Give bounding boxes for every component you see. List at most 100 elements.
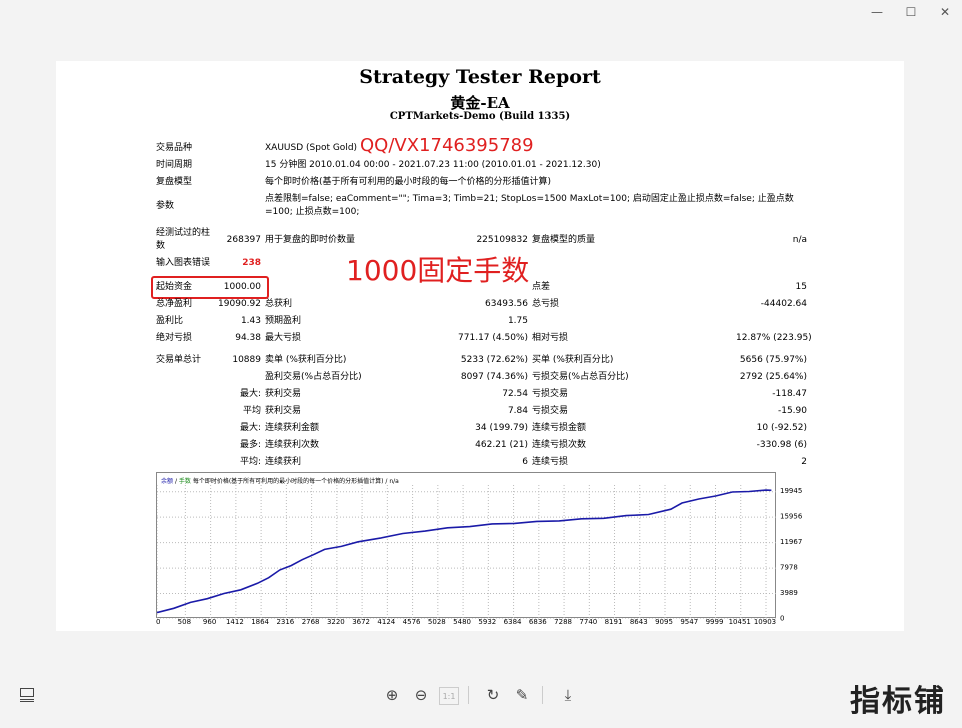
- layout-icon-svg: [20, 688, 34, 702]
- zoom-out-icon[interactable]: ⊖: [410, 684, 432, 706]
- x-tick-label: 5932: [478, 618, 496, 626]
- x-tick-label: 10903: [754, 618, 776, 626]
- y-tick-label: 0: [780, 615, 784, 623]
- rel-drawdown-value: 12.87% (223.95): [736, 333, 812, 343]
- avg-loss-label: 亏损交易: [532, 406, 569, 416]
- params-line-2: =100; 止损点数=100;: [265, 207, 360, 217]
- rotate-icon[interactable]: ↻: [482, 684, 504, 706]
- bars-value: 268397: [226, 235, 261, 245]
- long-trades-label: 买单 (%获利百分比): [532, 355, 614, 365]
- consec-loss-cnt-label: 连续亏损次数: [532, 440, 587, 450]
- x-tick-label: 960: [203, 618, 216, 626]
- params-line-1: 点差限制=false; eaComment=""; Tima=3; Timb=2…: [265, 194, 794, 204]
- x-tick-label: 9999: [706, 618, 724, 626]
- quality-value: n/a: [792, 235, 807, 245]
- period-value: 15 分钟图 2010.01.04 00:00 - 2021.07.23 11:…: [265, 160, 601, 170]
- close-button[interactable]: ✕: [928, 0, 962, 24]
- layout-icon[interactable]: [16, 684, 38, 706]
- bars-label: 经测试过的柱: [156, 228, 211, 238]
- long-trades-value: 5656 (75.97%): [739, 355, 807, 365]
- consec-win-cnt-label: 连续获利次数: [265, 440, 320, 450]
- zoom-in-icon[interactable]: ⊕: [381, 684, 403, 706]
- avg-win-value: 7.84: [507, 406, 528, 416]
- max-drawdown-value: 771.17 (4.50%): [458, 333, 528, 343]
- deposit-value: 1000.00: [223, 282, 261, 292]
- x-tick-label: 1412: [226, 618, 244, 626]
- x-tick-label: 508: [178, 618, 191, 626]
- toolbar-separator-2: [542, 686, 543, 704]
- errors-label: 输入图表错误: [156, 258, 211, 268]
- toolbar-separator: [468, 686, 469, 704]
- largest-win-value: 72.54: [502, 389, 528, 399]
- lot-note-overlay: 1000固定手数: [346, 254, 530, 287]
- rel-drawdown-label: 相对亏损: [532, 333, 569, 343]
- x-tick-label: 6836: [529, 618, 547, 626]
- errors-value: 238: [242, 258, 261, 268]
- profit-factor-value: 1.43: [240, 316, 261, 326]
- quality-label: 复盘模型的质量: [532, 235, 596, 245]
- win-trades-label: 盈利交易(%占总百分比): [265, 372, 362, 382]
- short-trades-label: 卖单 (%获利百分比): [265, 355, 347, 365]
- y-tick-label: 15956: [780, 513, 803, 521]
- max-drawdown-label: 最大亏损: [265, 333, 302, 343]
- brand-watermark: 指标铺: [850, 684, 946, 719]
- balance-chart-svg: [157, 485, 777, 619]
- x-tick-label: 3672: [352, 618, 370, 626]
- expected-payoff-value: 1.75: [507, 316, 528, 326]
- x-tick-label: 5480: [453, 618, 471, 626]
- consec-win-cnt-value: 462.21 (21): [475, 440, 528, 450]
- avg-consec-loss-value: 2: [801, 457, 807, 467]
- avg-consec-loss-label: 连续亏损: [532, 457, 569, 467]
- avg-consec-prefix: 平均:: [239, 457, 261, 467]
- spread-label: 点差: [532, 282, 551, 292]
- symbol-value: XAUUSD (Spot Gold): [265, 143, 358, 153]
- x-tick-label: 6384: [504, 618, 522, 626]
- short-trades-value: 5233 (72.62%): [460, 355, 528, 365]
- download-icon[interactable]: ⤓: [557, 684, 579, 706]
- x-tick-label: 9095: [655, 618, 673, 626]
- ticks-label: 用于复盘的即时价数量: [265, 235, 356, 245]
- balance-chart: 余额 / 手数 每个即时价格(基于所有可利用的最小时段的每一个价格的分形插值计算…: [156, 472, 777, 619]
- window-controls: — ☐ ✕: [860, 0, 962, 24]
- params-label: 参数: [156, 201, 175, 211]
- average-prefix: 平均: [242, 406, 261, 416]
- x-tick-label: 0: [156, 618, 160, 626]
- x-tick-label: 2768: [302, 618, 320, 626]
- actual-size-icon[interactable]: 1:1: [439, 687, 459, 705]
- x-tick-label: 3220: [327, 618, 345, 626]
- avg-win-label: 获利交易: [265, 406, 302, 416]
- report-title: Strategy Tester Report: [359, 66, 601, 88]
- maximize-button[interactable]: ☐: [894, 0, 928, 24]
- server-name: CPTMarkets-Demo (Build 1335): [389, 111, 571, 122]
- abs-drawdown-label: 绝对亏损: [156, 333, 193, 343]
- x-tick-label: 8643: [630, 618, 648, 626]
- gross-loss-value: -44402.64: [760, 299, 807, 309]
- symbol-label: 交易品种: [156, 143, 193, 153]
- ticks-value: 225109832: [476, 235, 528, 245]
- gross-profit-label: 总获利: [265, 299, 293, 309]
- x-tick-label: 4124: [377, 618, 395, 626]
- x-tick-label: 9547: [680, 618, 698, 626]
- y-tick-label: 7978: [780, 564, 798, 572]
- edit-icon[interactable]: ✎: [511, 684, 533, 706]
- y-tick-label: 11967: [780, 538, 802, 546]
- x-tick-label: 1864: [251, 618, 269, 626]
- consec-win-amt-value: 34 (199.79): [475, 423, 528, 433]
- net-profit-value: 19090.92: [218, 299, 261, 309]
- loss-trades-label: 亏损交易(%占总百分比): [532, 372, 629, 382]
- x-tick-label: 7288: [554, 618, 572, 626]
- ea-name: 黄金-EA: [450, 94, 510, 112]
- y-tick-label: 3989: [780, 589, 798, 597]
- deposit-label: 起始资金: [156, 282, 193, 292]
- x-tick-label: 4576: [403, 618, 421, 626]
- consec-loss-amt-label: 连续亏损金额: [532, 423, 587, 433]
- gross-loss-label: 总亏损: [532, 299, 560, 309]
- minimize-button[interactable]: —: [860, 0, 894, 24]
- consec-win-amt-label: 连续获利金额: [265, 423, 320, 433]
- viewer-toolbar: ⊕ ⊖ 1:1 ↻ ✎ ⤓: [0, 680, 962, 710]
- spread-value: 15: [795, 282, 807, 292]
- x-tick-label: 8191: [605, 618, 623, 626]
- avg-loss-value: -15.90: [777, 406, 807, 416]
- consec-loss-amt-value: 10 (-92.52): [756, 423, 807, 433]
- total-trades-label: 交易单总计: [156, 355, 202, 365]
